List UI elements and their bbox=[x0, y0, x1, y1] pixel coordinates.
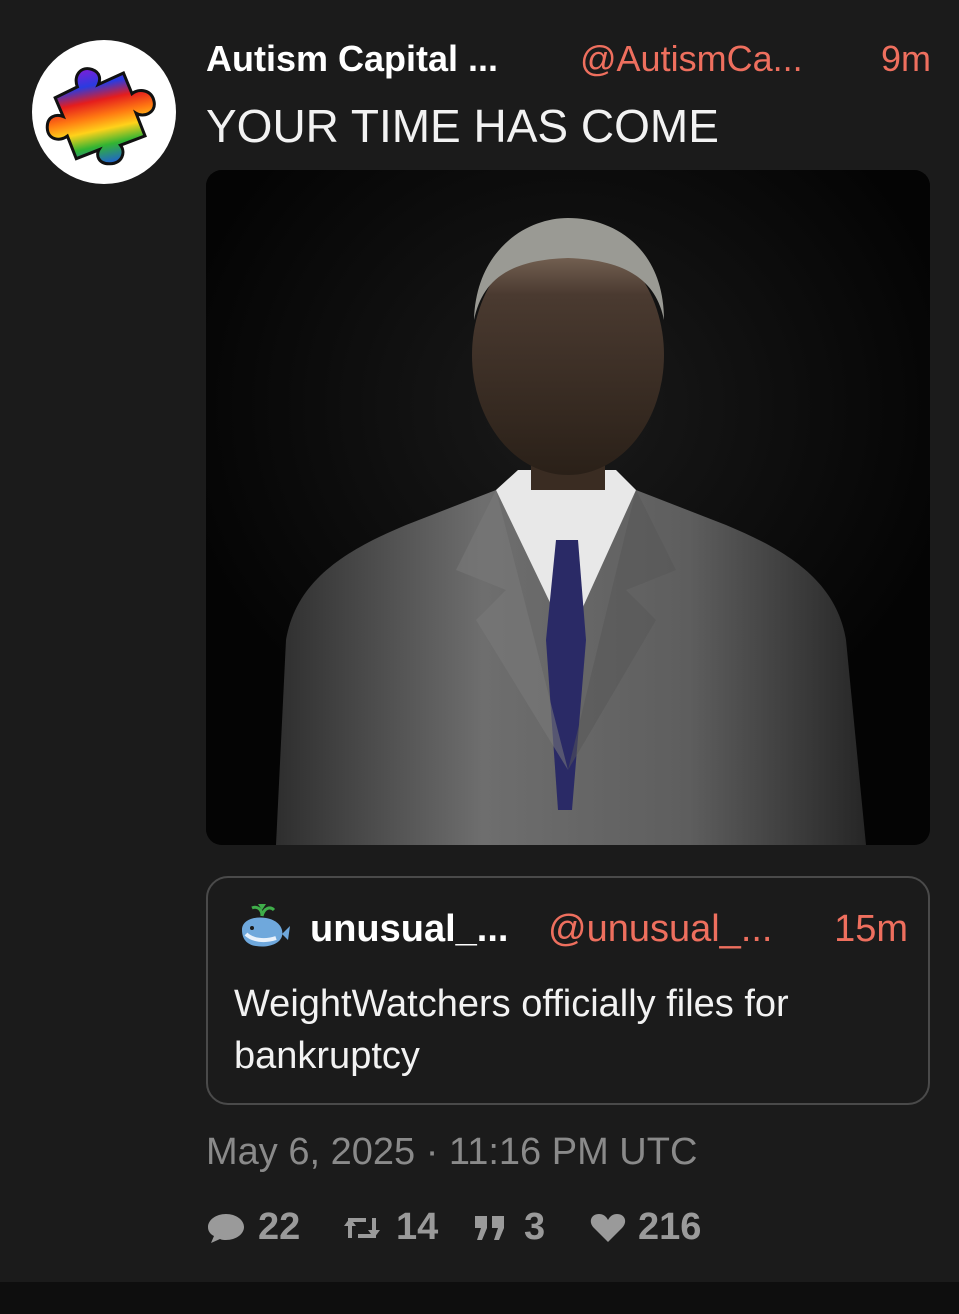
quoted-author-handle: @unusual_... bbox=[548, 908, 773, 950]
quote-count: 3 bbox=[524, 1206, 546, 1248]
reply-button[interactable]: 22 bbox=[206, 1204, 316, 1250]
engagement-bar: 22 14 3 216 bbox=[206, 1204, 806, 1250]
rainbow-puzzle-piece-icon bbox=[45, 67, 156, 166]
speech-bubble-icon bbox=[208, 1214, 244, 1243]
quoted-post-age: 15m bbox=[834, 908, 908, 950]
author-avatar[interactable] bbox=[32, 40, 176, 184]
post-header: Autism Capital ... @AutismCa... 9m bbox=[206, 36, 931, 82]
author-display-name[interactable]: Autism Capital ... bbox=[206, 36, 498, 82]
repost-button[interactable]: 14 bbox=[340, 1204, 450, 1250]
like-button[interactable]: 216 bbox=[588, 1204, 718, 1250]
post-card: Autism Capital ... @AutismCa... 9m YOUR … bbox=[0, 0, 959, 1282]
quote-marks-icon bbox=[475, 1216, 504, 1240]
quoted-post[interactable]: unusual_... @unusual_... 15m WeightWatch… bbox=[206, 876, 930, 1105]
like-count: 216 bbox=[638, 1206, 702, 1248]
post-text: YOUR TIME HAS COME bbox=[206, 100, 719, 152]
author-handle[interactable]: @AutismCa... bbox=[580, 36, 803, 82]
repost-count: 14 bbox=[396, 1206, 439, 1248]
quoted-post-text: WeightWatchers officially files for bank… bbox=[234, 983, 789, 1077]
quote-button[interactable]: 3 bbox=[472, 1204, 562, 1250]
post-timestamp[interactable]: May 6, 2025 · 11:16 PM UTC bbox=[206, 1128, 697, 1176]
quoted-post-header: unusual_... @unusual_... 15m bbox=[310, 906, 908, 952]
whale-icon bbox=[242, 904, 290, 947]
repost-icon bbox=[344, 1218, 380, 1238]
portrait-photo bbox=[206, 170, 930, 845]
heart-icon bbox=[590, 1214, 626, 1242]
reply-count: 22 bbox=[258, 1206, 301, 1248]
post-age[interactable]: 9m bbox=[881, 36, 931, 82]
post-image[interactable] bbox=[206, 170, 930, 845]
quoted-author-name: unusual_... bbox=[310, 908, 509, 950]
bottom-strip bbox=[0, 1282, 959, 1314]
